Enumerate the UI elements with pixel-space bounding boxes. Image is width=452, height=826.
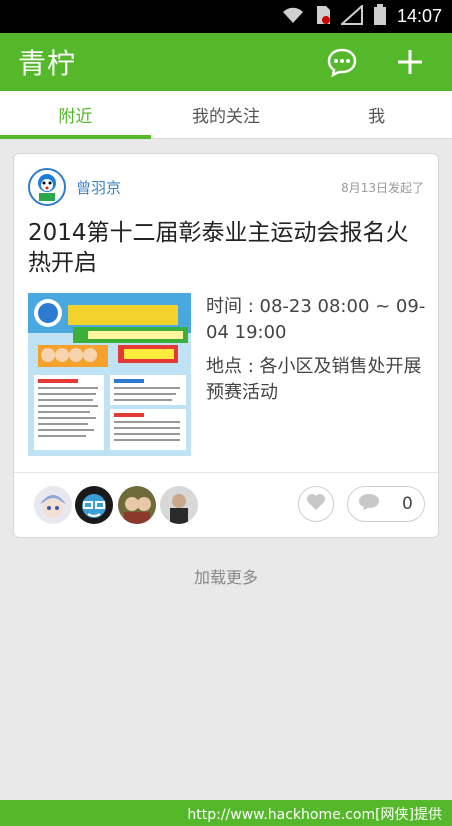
post-author[interactable]: 曾羽京 <box>28 168 121 206</box>
member-avatar-1[interactable] <box>34 486 72 524</box>
app-logo: 青柠 <box>18 47 77 80</box>
event-time: 时间 : 08-23 08:00 ~ 09-04 19:00 <box>206 296 426 343</box>
tab-bar: 附近 我的关注 我 <box>0 91 452 139</box>
comment-icon <box>358 493 380 515</box>
card-footer: 0 <box>14 473 438 537</box>
tab-me[interactable]: 我 <box>301 91 452 138</box>
author-name[interactable]: 曾羽京 <box>76 177 121 198</box>
tab-nearby[interactable]: 附近 <box>0 91 151 139</box>
event-poster-image[interactable] <box>28 293 191 456</box>
member-avatar-3[interactable] <box>118 486 156 524</box>
comment-count: 0 <box>402 494 413 514</box>
sim-icon <box>315 5 331 29</box>
member-avatar-4[interactable] <box>160 486 198 524</box>
bottom-bar: http://www.hackhome.com[网侠]提供 <box>0 800 452 826</box>
watermark-text: http://www.hackhome.com[网侠]提供 <box>187 807 442 823</box>
post-title[interactable]: 2014第十二届彰泰业主运动会报名火热开启 <box>28 218 426 278</box>
plus-icon[interactable] <box>386 38 434 86</box>
status-bar: 14:07 <box>0 0 452 33</box>
like-button[interactable] <box>298 486 334 522</box>
author-avatar[interactable] <box>28 168 66 206</box>
comment-button[interactable]: 0 <box>347 486 425 522</box>
post-time: 8月13日发起了 <box>341 181 424 195</box>
member-avatar-2[interactable] <box>75 486 113 524</box>
battery-icon <box>373 3 387 30</box>
chat-bubble-icon[interactable] <box>318 38 366 86</box>
event-location: 地点 : 各小区及销售处开展预赛活动 <box>206 356 422 403</box>
load-more-button[interactable]: 加载更多 <box>0 564 452 588</box>
wifi-icon <box>281 6 305 28</box>
signal-icon <box>339 3 363 29</box>
status-time: 14:07 <box>396 6 442 26</box>
app-bar: 青柠 <box>0 33 452 91</box>
heart-icon <box>306 493 326 515</box>
tab-following[interactable]: 我的关注 <box>151 91 302 138</box>
post-card[interactable]: 曾羽京 8月13日发起了 2014第十二届彰泰业主运动会报名火热开启 时间: … <box>13 153 439 538</box>
